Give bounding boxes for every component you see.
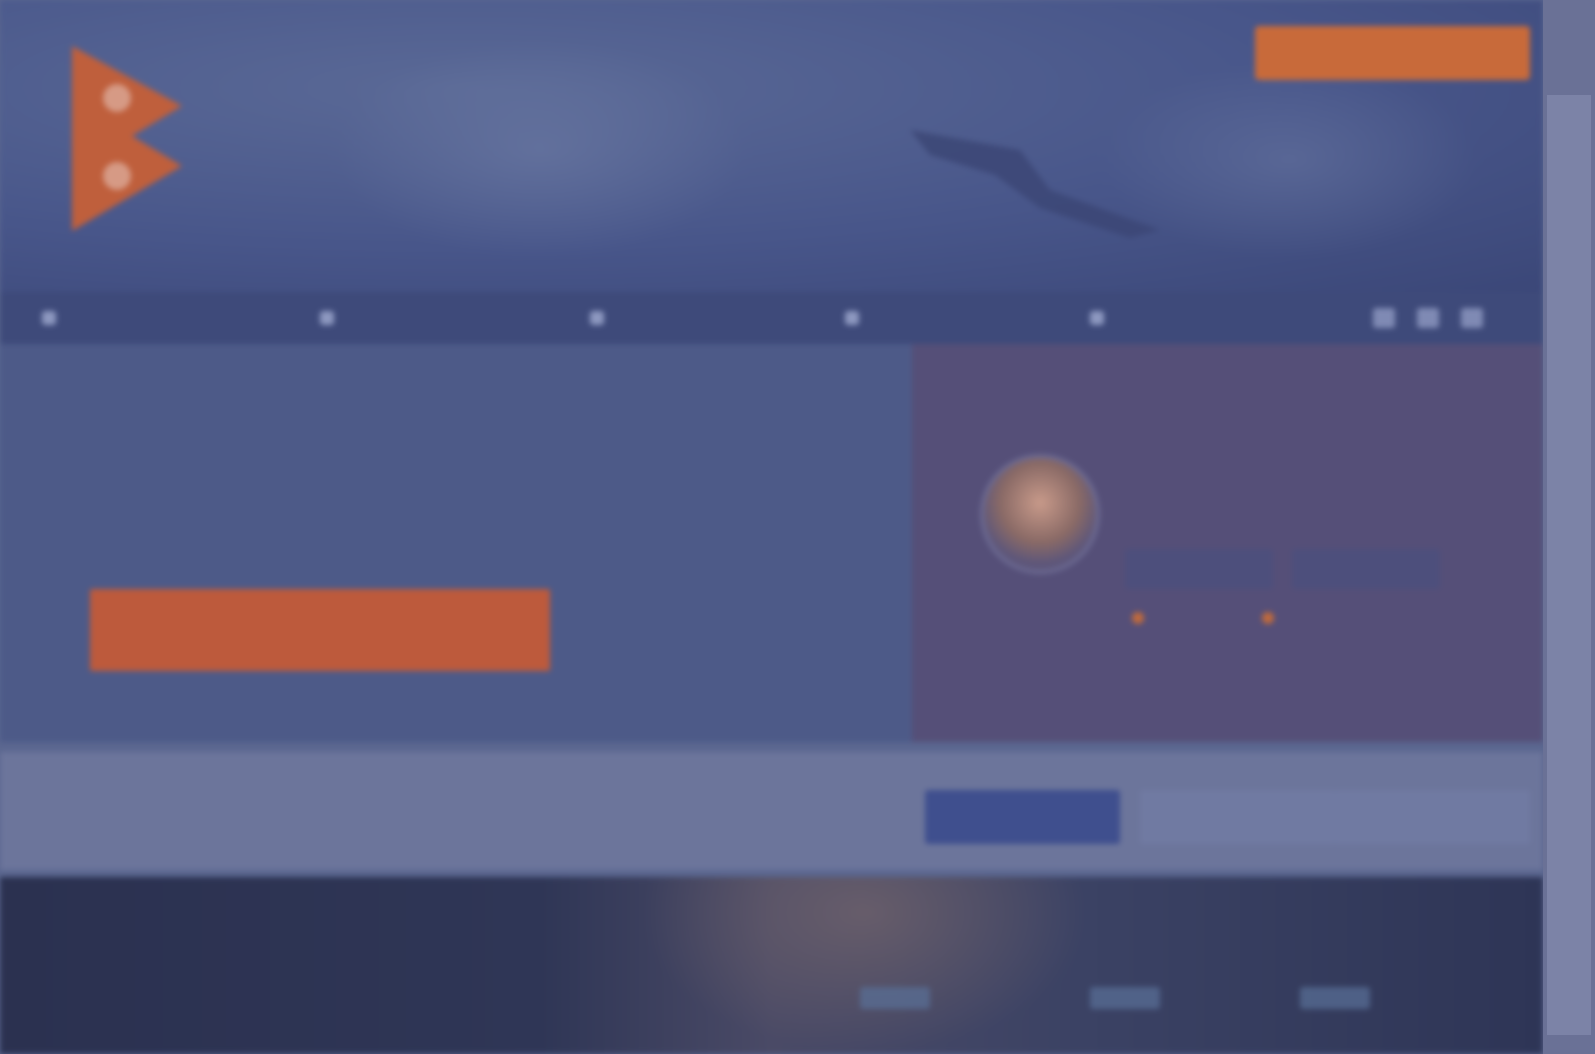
user-icon — [42, 311, 56, 325]
trophy-icon — [320, 311, 334, 325]
profile-stat — [1262, 612, 1288, 624]
main-nav — [0, 292, 1543, 344]
chat-icon — [1090, 311, 1104, 325]
image-detail — [860, 987, 930, 1009]
avatar[interactable] — [980, 454, 1100, 574]
twitter-icon[interactable] — [1417, 308, 1439, 328]
image-detail — [1300, 987, 1370, 1009]
nav-item-3[interactable] — [590, 292, 612, 344]
profile-sidebar — [912, 344, 1543, 742]
brand-logo[interactable] — [62, 36, 192, 236]
profile-stat — [1132, 612, 1158, 624]
nav-item-5[interactable] — [1090, 292, 1112, 344]
bag-icon — [590, 311, 604, 325]
scrollbar-thumb[interactable] — [1547, 95, 1591, 1035]
airplane-icon — [910, 130, 1160, 238]
profile-pill[interactable] — [1125, 549, 1273, 589]
tab-3[interactable] — [1335, 790, 1530, 844]
hero-banner — [0, 0, 1543, 292]
image-highlight — [640, 877, 1090, 1054]
top-cta-button[interactable] — [1255, 26, 1530, 80]
subcategory-bar — [0, 752, 1543, 870]
social-links — [1373, 308, 1483, 328]
start-challenge-button[interactable] — [90, 589, 550, 671]
intro-section — [0, 344, 1543, 742]
image-detail — [1090, 987, 1160, 1009]
scrollbar[interactable] — [1543, 0, 1595, 1054]
tab-1[interactable] — [925, 790, 1120, 844]
star-icon — [845, 311, 859, 325]
facebook-icon[interactable] — [1373, 308, 1395, 328]
nav-item-1[interactable] — [42, 292, 64, 344]
tab-2[interactable] — [1140, 790, 1335, 844]
stat-icon — [1262, 612, 1274, 624]
feature-image — [0, 877, 1543, 1054]
profile-pill[interactable] — [1292, 549, 1440, 589]
instagram-icon[interactable] — [1461, 308, 1483, 328]
hero-cloud — [330, 40, 750, 260]
nav-item-2[interactable] — [320, 292, 342, 344]
stat-icon — [1132, 612, 1144, 624]
nav-item-4[interactable] — [845, 292, 867, 344]
blurred-page — [0, 0, 1543, 1054]
